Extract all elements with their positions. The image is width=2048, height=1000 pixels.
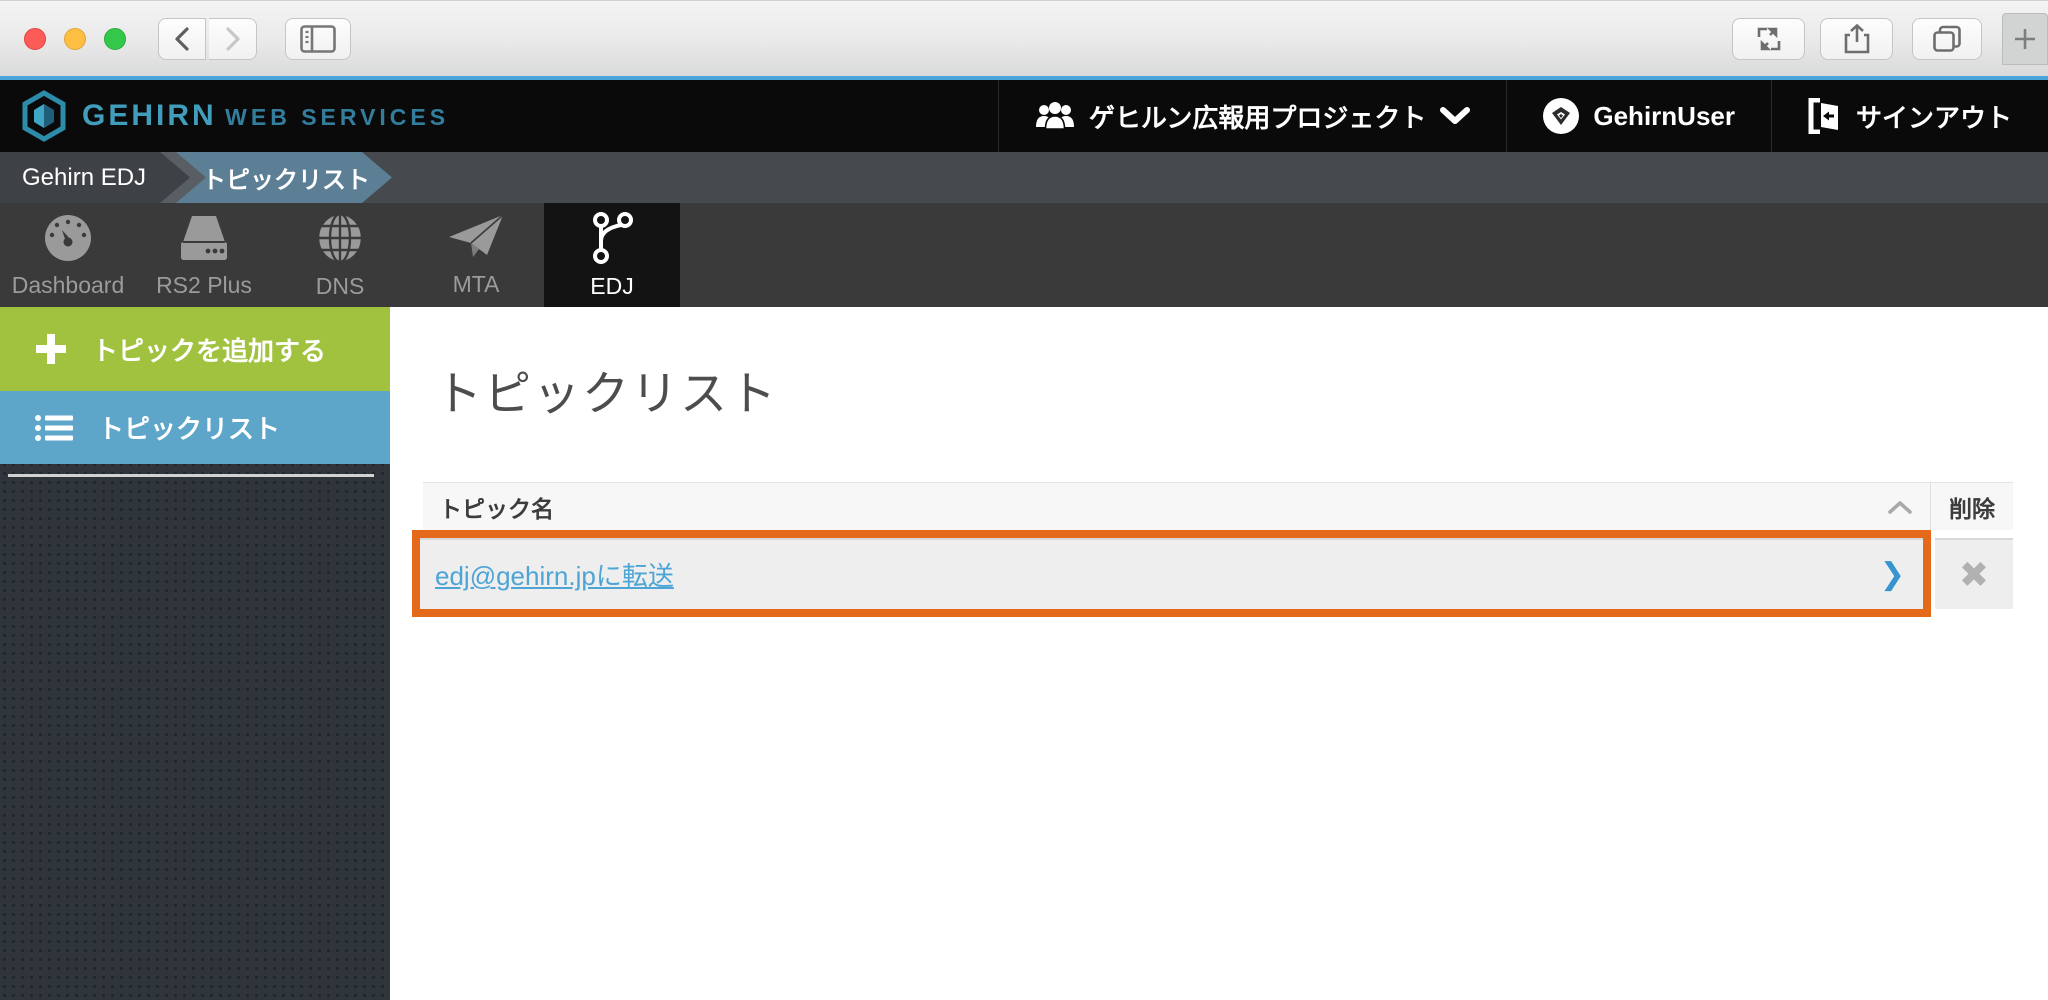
project-name: ゲヒルン広報用プロジェクト [1089,98,1426,135]
table-header: トピック名 削除 [423,482,2013,530]
table-header-topic: トピック名 [423,483,1930,530]
signout-icon [1808,98,1842,134]
group-icon [1035,101,1075,131]
app-header: GEHIRN WEB SERVICES ゲヒルン広報用プロジェクト [0,80,2048,152]
user-menu[interactable]: GehirnUser [1506,80,1771,152]
sidebar-item-label: トピックリスト [98,409,280,446]
breadcrumb-label: Gehirn EDJ [22,164,146,192]
sidebar-item-topic-list[interactable]: トピックリスト [0,391,390,464]
tab-edj[interactable]: EDJ [544,203,680,307]
sidebar-toggle-button[interactable] [285,18,351,60]
brand-suffix: WEB SERVICES [225,104,449,130]
gehirn-user-icon [1551,106,1571,126]
minimize-window-button[interactable] [64,28,86,50]
topic-table: トピック名 削除 edj@gehirn.jpに転送 ❯ [423,482,2013,617]
forward-icon [224,26,242,52]
delete-column-label: 削除 [1931,490,2013,524]
brand-name: GEHIRN [82,99,217,132]
signout-label: サインアウト [1856,98,2012,135]
tab-label: EDJ [590,273,633,300]
fullscreen-button[interactable] [1732,18,1805,60]
zoom-window-button[interactable] [104,28,126,50]
fullscreen-icon [1754,24,1784,54]
delete-x-icon[interactable]: ✖ [1959,557,1989,593]
globe-icon [313,211,367,265]
list-icon [34,412,74,444]
paper-plane-icon [447,213,505,263]
breadcrumb-label: トピックリスト [202,160,370,195]
gauge-icon [42,212,94,264]
share-button[interactable] [1820,18,1893,60]
new-tab-button[interactable] [2002,13,2048,65]
topic-link[interactable]: edj@gehirn.jpに転送 [435,556,1880,593]
content-area: トピックを追加する トピックリスト トピックリスト トピック名 [0,307,2048,1000]
sidebar-toggle-icon [300,25,336,53]
server-icon [177,212,231,264]
project-selector[interactable]: ゲヒルン広報用プロジェクト [998,80,1506,152]
share-icon [1843,23,1871,55]
browser-toolbar [0,0,2048,76]
main-panel: トピックリスト トピック名 削除 edj@gehirn.jpに転 [390,307,2048,1000]
tab-label: MTA [453,271,500,298]
breadcrumb: トピックリスト Gehirn EDJ [0,152,2048,203]
new-tab-icon [2012,26,2038,52]
back-icon [173,26,191,52]
tab-label: DNS [316,273,365,300]
plus-icon [34,332,68,366]
sidebar-item-add-topic[interactable]: トピックを追加する [0,307,390,391]
sidebar-divider [8,474,374,477]
sidebar: トピックを追加する トピックリスト [0,307,390,1000]
avatar [1543,98,1579,134]
sidebar-item-label: トピックを追加する [92,331,326,368]
row-chevron-icon[interactable]: ❯ [1880,557,1905,592]
topic-column-label: トピック名 [423,490,1888,524]
delete-cell: ✖ [1935,538,2013,609]
branch-icon [588,211,636,265]
row-highlight-outline: edj@gehirn.jpに転送 ❯ [412,530,1931,617]
gehirn-hexagon-icon [20,89,68,143]
brand-logo: GEHIRN WEB SERVICES [0,80,998,152]
tab-overview-icon [1932,25,1962,53]
sort-caret-icon[interactable] [1888,500,1912,514]
breadcrumb-item-gehirn-edj[interactable]: Gehirn EDJ [0,152,190,203]
module-nav: Dashboard RS2 Plus DNS [0,203,2048,307]
close-window-button[interactable] [24,28,46,50]
tab-overview-button[interactable] [1912,18,1982,60]
back-button[interactable] [158,18,206,60]
forward-button[interactable] [209,18,257,60]
tab-rs2-plus[interactable]: RS2 Plus [136,203,272,307]
tab-dns[interactable]: DNS [272,203,408,307]
tab-dashboard[interactable]: Dashboard [0,203,136,307]
page-title: トピックリスト [435,355,2013,424]
tab-label: RS2 Plus [156,272,252,299]
table-row: edj@gehirn.jpに転送 ❯ ✖ [423,530,2013,617]
chevron-down-icon [1440,107,1470,125]
user-name: GehirnUser [1593,101,1735,132]
signout-button[interactable]: サインアウト [1771,80,2048,152]
topic-cell: edj@gehirn.jpに転送 ❯ [420,538,1923,609]
tab-label: Dashboard [12,272,125,299]
tab-mta[interactable]: MTA [408,203,544,307]
